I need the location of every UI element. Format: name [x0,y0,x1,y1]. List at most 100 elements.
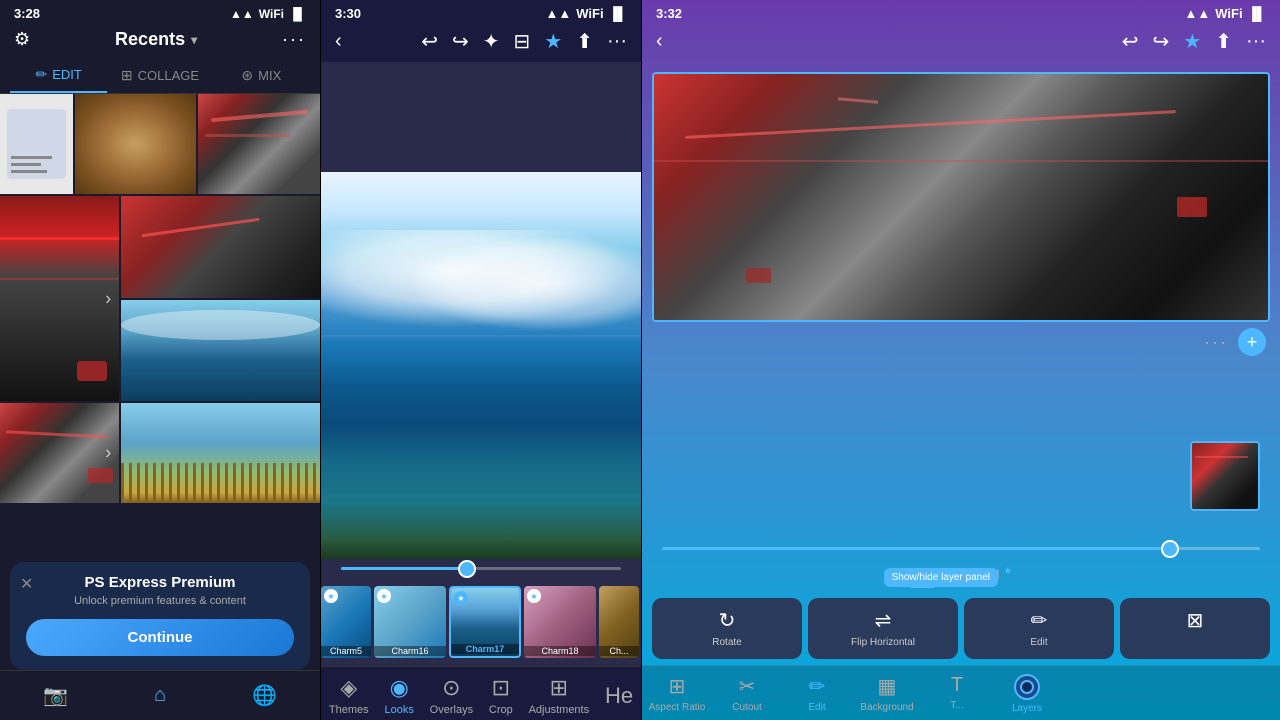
layer-slider[interactable] [642,541,1280,556]
aspect-ratio-tool[interactable]: ⊞ Aspect Ratio [642,672,712,716]
camera-nav-icon[interactable]: 📷 [43,683,68,708]
crop-tool[interactable]: ⊡ Crop [489,675,513,716]
premium-star-icon-3[interactable]: ★ [1183,29,1201,54]
globe-nav-icon[interactable]: 🌐 [252,683,277,708]
premium-star-icon[interactable]: ★ [544,29,562,54]
cutout-label: Cutout [732,702,761,713]
redo-button-3[interactable]: ↪ [1153,29,1170,54]
redo-button[interactable]: ↪ [452,29,469,54]
filter-thumb-charm5[interactable]: ★ Charm5 [321,586,371,658]
close-banner-button[interactable]: ✕ [20,574,33,594]
bottom-tools-2: ◈ Themes ◉ Looks ⊙ Overlays ⊡ Crop ⊞ Adj… [321,666,641,720]
filter-label-more: Ch... [599,646,639,656]
photo-cell-traffic-tall[interactable]: › [0,196,119,401]
edit-tool-label-3: Edit [808,702,825,713]
overlays-tool[interactable]: ⊙ Overlays [430,675,473,716]
photo-column-right [121,196,320,401]
rotate-button[interactable]: ↻ Rotate [652,598,802,659]
adjustments-tool[interactable]: ⊞ Adjustments [529,675,590,716]
edit-tool-icon-3: ✏ [809,674,826,699]
undo-button-3[interactable]: ↩ [1122,29,1139,54]
layers-tool[interactable]: Layers [992,672,1062,716]
main-photo[interactable] [321,172,641,559]
battery-icon-2: ▐▌ [609,6,627,21]
cutout-tool[interactable]: ✂ Cutout [712,672,782,716]
edit-action-icon: ✏ [1031,608,1048,633]
filter-thumb-charm17[interactable]: ★ Charm17 [449,586,521,658]
layer-more-icon[interactable]: ··· [1204,332,1228,353]
more-menu-icon[interactable]: ··· [282,29,306,50]
themes-tool[interactable]: ◈ Themes [329,675,369,716]
wifi-icon-1: WiFi [259,7,284,21]
continue-button[interactable]: Continue [26,619,294,656]
mix-tab-label: MIX [258,68,281,83]
filter-badge-16: ★ [377,589,391,603]
photo-cell-traffic2[interactable] [121,196,320,298]
slider-thumb[interactable] [458,560,476,578]
more-options-icon-3[interactable]: ··· [1246,30,1266,53]
cloud-overlay [321,230,641,365]
tab-edit[interactable]: ✏ EDIT [10,58,107,93]
undo-button[interactable]: ↩ [421,29,438,54]
wifi-icon-2: WiFi [576,6,603,21]
background-tool[interactable]: ▦ Background [852,672,922,716]
share-button[interactable]: ⬆ [576,29,593,54]
photo-cell-bread[interactable] [75,94,197,194]
photo-cell-reeds[interactable] [121,403,320,503]
extra-action-icon: ⊠ [1187,608,1204,633]
panel-recents: 3:28 ▲▲ WiFi ▐▌ ⚙ Recents ▾ ··· ✏ EDIT ⊞… [0,0,320,720]
canvas-top [321,62,641,172]
tab-mix[interactable]: ⊛ MIX [213,58,310,93]
status-icons-2: ▲▲ WiFi ▐▌ [546,6,627,21]
filter-label-16: Charm16 [374,646,446,656]
flip-horizontal-button[interactable]: ⇌ Flip Horizontal Show/hide layer panel [808,598,958,659]
filter-thumb-charm-more[interactable]: Ch... [599,586,639,658]
header-1: ⚙ Recents ▾ ··· [0,25,320,58]
filter-label: Charm5 [321,646,371,656]
looks-tool[interactable]: ◉ Looks [384,675,413,716]
panel-layers: 3:32 ▲▲ WiFi ▐▌ ‹ ↩ ↪ ★ ⬆ ··· [642,0,1280,720]
share-button-3[interactable]: ⬆ [1215,29,1232,54]
tab-collage[interactable]: ⊞ COLLAGE [111,58,208,93]
crop-label: Crop [489,704,513,716]
he-tool[interactable]: He [605,683,633,709]
main-layer-image[interactable] [652,72,1270,322]
recents-label: Recents [115,29,185,50]
layers-panel: ··· + [642,62,1280,541]
time-1: 3:28 [14,6,40,21]
add-layer-button[interactable]: + [1238,328,1266,356]
signal-icon-1: ▲▲ [230,7,254,21]
more-options-icon[interactable]: ··· [607,30,627,53]
edit-tool-3[interactable]: ✏ Edit [782,672,852,716]
filter-thumb-charm16[interactable]: ★ Charm16 [374,586,446,658]
gear-icon[interactable]: ⚙ [14,29,30,50]
layer-slider-thumb[interactable] [1161,540,1179,558]
header-title[interactable]: Recents ▾ [115,29,197,50]
magic-select-icon[interactable]: ✦ [483,29,500,54]
text-tool-3[interactable]: T T... [922,672,992,716]
filter-slider[interactable] [321,559,641,578]
extra-action-button[interactable]: ⊠ [1120,598,1270,659]
looks-icon: ◉ [390,675,409,701]
photo-cell-doc[interactable] [0,94,73,194]
split-view-icon[interactable]: ⊟ [514,29,531,54]
edit-action-button[interactable]: ✏ Edit [964,598,1114,659]
layers-inner-icon [1020,680,1034,694]
layer-thumbnail[interactable] [1190,441,1260,511]
photo-cell-aerial1[interactable] [198,94,320,194]
bottom-nav-1: 📷 ⌂ 🌐 [0,670,320,720]
battery-icon-1: ▐▌ [289,7,306,21]
photo-cell-water[interactable] [121,300,320,402]
photo-traffic-2 [121,196,320,298]
toolbar-2: ‹ ↩ ↪ ✦ ⊟ ★ ⬆ ··· [321,25,641,62]
filter-thumb-charm18[interactable]: ★ Charm18 [524,586,596,658]
back-button-3[interactable]: ‹ [656,30,663,53]
panel-editor: 3:30 ▲▲ WiFi ▐▌ ‹ ↩ ↪ ✦ ⊟ ★ ⬆ ··· [321,0,641,720]
photo-cell-aerial2[interactable]: › [0,403,119,503]
home-nav-icon[interactable]: ⌂ [154,684,166,707]
back-button-2[interactable]: ‹ [335,30,342,53]
looks-label: Looks [384,704,413,716]
overlays-icon: ⊙ [442,675,460,701]
photo-traffic-1 [0,196,119,401]
status-bar-1: 3:28 ▲▲ WiFi ▐▌ [0,0,320,25]
